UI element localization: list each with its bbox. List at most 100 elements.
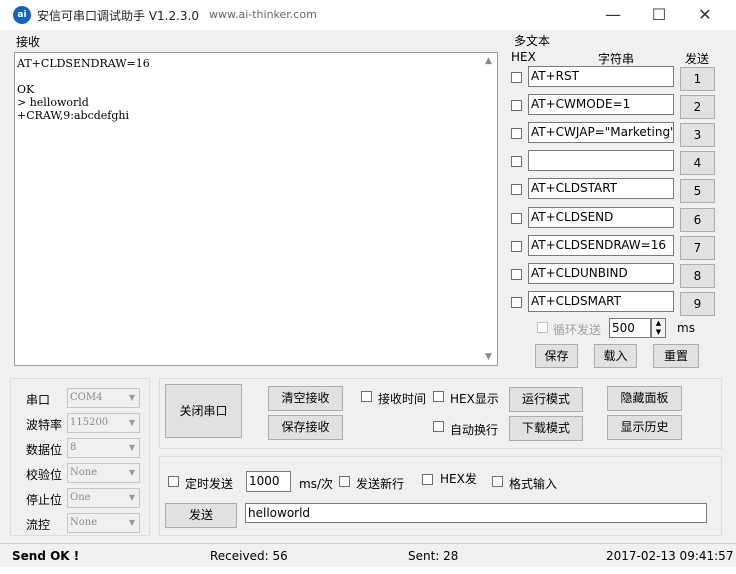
timed-send-label: 定时发送 [185, 477, 234, 491]
multi-hex-checkbox[interactable] [511, 128, 522, 139]
loop-interval-spinner[interactable]: ▲ ▼ [651, 318, 666, 338]
scroll-down-icon[interactable]: ▼ [480, 349, 497, 365]
download-mode-button[interactable]: 下载模式 [509, 416, 583, 441]
multi-hex-checkbox[interactable] [511, 269, 522, 280]
multi-string-header: 字符串 [598, 52, 635, 66]
close-icon[interactable]: ✕ [682, 0, 728, 30]
status-datetime: 2017-02-13 09:41:57 [606, 549, 734, 563]
window-title: 安信可串口调试助手 V1.2.3.0 [37, 9, 200, 23]
multi-send-button[interactable]: 6 [680, 208, 715, 232]
chevron-down-icon: ▼ [128, 393, 135, 402]
hide-panel-button[interactable]: 隐藏面板 [607, 386, 682, 411]
multi-send-button[interactable]: 7 [680, 236, 715, 260]
clear-receive-button[interactable]: 清空接收 [268, 386, 343, 411]
multi-hex-checkbox[interactable] [511, 184, 522, 195]
send-newline-label: 发送新行 [356, 477, 405, 491]
chevron-down-icon: ▼ [128, 468, 135, 477]
receive-scrollbar[interactable]: ▲ ▼ [480, 53, 497, 365]
multi-send-button[interactable]: 1 [680, 67, 715, 91]
multi-send-button[interactable]: 5 [680, 179, 715, 203]
received-count: Received: 56 [210, 549, 288, 563]
multi-text-input[interactable] [528, 150, 674, 171]
receive-label: 接收 [16, 35, 41, 49]
port-select[interactable]: COM4 ▼ [67, 388, 140, 408]
multi-text-input[interactable]: AT+CLDUNBIND [528, 263, 674, 284]
multi-hex-checkbox[interactable] [511, 297, 522, 308]
hex-send-label: HEX发 [440, 472, 477, 486]
close-port-button[interactable]: 关闭串口 [165, 384, 242, 438]
multi-send-button[interactable]: 8 [680, 264, 715, 288]
multi-text-input[interactable]: AT+CWJAP="Marketing","z [528, 122, 674, 143]
show-history-button[interactable]: 显示历史 [607, 415, 682, 440]
run-mode-button[interactable]: 运行模式 [509, 387, 583, 412]
databits-value: 8 [70, 442, 77, 453]
status-bar: Send OK ! Received: 56 Sent: 28 2017-02-… [0, 543, 736, 567]
databits-select[interactable]: 8 ▼ [67, 438, 140, 458]
auto-wrap-label: 自动换行 [450, 423, 499, 437]
multi-hex-checkbox[interactable] [511, 213, 522, 224]
format-input-checkbox[interactable] [492, 476, 503, 487]
stopbits-label: 停止位 [26, 493, 63, 507]
save-receive-button[interactable]: 保存接收 [268, 415, 343, 440]
send-group [159, 456, 722, 536]
receive-time-label: 接收时间 [378, 392, 427, 406]
taskbar-strip [0, 567, 736, 574]
receive-time-checkbox[interactable] [361, 391, 372, 402]
multi-send-button[interactable]: 3 [680, 123, 715, 147]
multi-text-input[interactable]: AT+CLDSEND [528, 207, 674, 228]
flow-select[interactable]: None ▼ [67, 513, 140, 533]
multi-hex-checkbox[interactable] [511, 100, 522, 111]
multi-text-input[interactable]: AT+CLDSTART [528, 178, 674, 199]
reset-button[interactable]: 重置 [653, 344, 699, 368]
chevron-down-icon: ▼ [128, 418, 135, 427]
multi-hex-checkbox[interactable] [511, 241, 522, 252]
multi-text-input[interactable]: AT+CWMODE=1 [528, 94, 674, 115]
save-button[interactable]: 保存 [535, 344, 578, 368]
timed-send-checkbox[interactable] [168, 476, 179, 487]
baud-value: 115200 [70, 417, 109, 428]
receive-textarea[interactable]: AT+CLDSENDRAW=16 OK > helloworld +CRAW,9… [14, 52, 498, 366]
maximize-icon[interactable]: ☐ [636, 0, 682, 30]
multi-hex-checkbox[interactable] [511, 72, 522, 83]
status-result: Send OK ! [12, 549, 80, 563]
send-newline-checkbox[interactable] [339, 476, 350, 487]
hex-display-checkbox[interactable] [433, 391, 444, 402]
load-button[interactable]: 载入 [594, 344, 637, 368]
flow-value: None [70, 517, 98, 528]
loop-interval-input[interactable]: 500 [609, 318, 651, 338]
loop-send-label: 循环发送 [553, 323, 602, 337]
send-text-input[interactable]: helloworld [245, 503, 707, 523]
receive-text: AT+CLDSENDRAW=16 OK > helloworld +CRAW,9… [17, 57, 150, 122]
hex-display-label: HEX显示 [450, 392, 499, 406]
scroll-up-icon[interactable]: ▲ [480, 53, 497, 69]
multi-send-button[interactable]: 2 [680, 95, 715, 119]
baud-select[interactable]: 115200 ▼ [67, 413, 140, 433]
multi-text-input[interactable]: AT+RST [528, 66, 674, 87]
send-interval-input[interactable]: 1000 [246, 471, 291, 492]
send-interval-unit: ms/次 [299, 477, 333, 491]
port-value: COM4 [70, 392, 103, 403]
minimize-icon[interactable]: — [590, 0, 636, 30]
multi-hex-checkbox[interactable] [511, 156, 522, 167]
baud-label: 波特率 [26, 418, 63, 432]
databits-label: 数据位 [26, 443, 63, 457]
parity-select[interactable]: None ▼ [67, 463, 140, 483]
multi-text-title: 多文本 [514, 34, 551, 48]
multi-hex-header: HEX [511, 50, 536, 64]
app-logo-icon: ai [13, 6, 31, 24]
sent-count: Sent: 28 [408, 549, 459, 563]
loop-unit-label: ms [677, 321, 695, 335]
auto-wrap-checkbox[interactable] [433, 421, 444, 432]
parity-label: 校验位 [26, 468, 63, 482]
hex-send-checkbox[interactable] [422, 474, 433, 485]
multi-text-input[interactable]: AT+CLDSENDRAW=16 [528, 235, 674, 256]
multi-send-button[interactable]: 9 [680, 292, 715, 316]
multi-text-input[interactable]: AT+CLDSMART [528, 291, 674, 312]
stopbits-select[interactable]: One ▼ [67, 488, 140, 508]
multi-send-button[interactable]: 4 [680, 151, 715, 175]
chevron-down-icon: ▼ [128, 493, 135, 502]
loop-send-checkbox[interactable] [537, 322, 548, 333]
parity-value: None [70, 467, 98, 478]
chevron-down-icon: ▼ [128, 518, 135, 527]
send-button[interactable]: 发送 [165, 503, 237, 528]
